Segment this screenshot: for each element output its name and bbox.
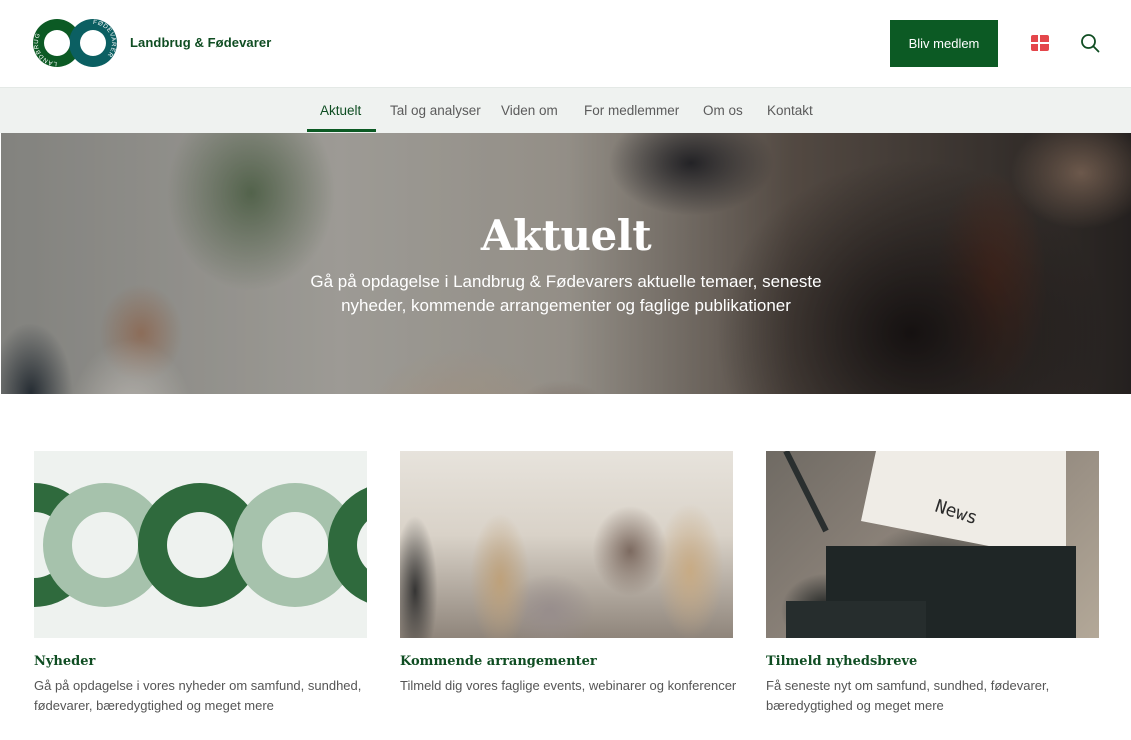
nav-item-for-medlemmer[interactable]: For medlemmer — [584, 103, 679, 118]
card-news-title[interactable]: Nyheder — [34, 654, 95, 669]
card-news-image[interactable] — [34, 451, 367, 638]
nav-item-om-os[interactable]: Om os — [703, 103, 743, 118]
search-icon[interactable] — [1080, 33, 1100, 53]
hero-subtitle: Gå på opdagelse i Landbrug & Fødevarers … — [310, 272, 822, 315]
site-header: LANDBRUG FØDEVARER Landbrug & Fødevarer … — [0, 0, 1131, 87]
card-events-image[interactable] — [400, 451, 733, 638]
flag-cross-vertical — [1038, 35, 1040, 51]
nav-active-indicator — [307, 129, 376, 132]
nav-item-viden-om[interactable]: Viden om — [501, 103, 558, 118]
card-newsletter-image[interactable]: News — [766, 451, 1099, 638]
card-news-text: Gå på opdagelse i vores nyheder om samfu… — [34, 678, 362, 713]
flag-cross-horizontal — [1031, 42, 1049, 44]
card-events-title[interactable]: Kommende arrangementer — [400, 654, 597, 669]
nav-item-kontakt[interactable]: Kontakt — [767, 103, 813, 118]
nav-item-tal-og-analyser[interactable]: Tal og analyser — [390, 103, 481, 118]
nav-item-aktuelt[interactable]: Aktuelt — [320, 103, 361, 118]
hero-banner: Aktuelt Gå på opdagelse i Landbrug & Fød… — [1, 133, 1131, 394]
card-newsletter-title[interactable]: Tilmeld nyhedsbreve — [766, 654, 917, 669]
typewriter-illustration: News — [783, 451, 1076, 638]
page-title: Aktuelt — [480, 211, 652, 260]
main-nav: Aktuelt Tal og analyser Viden om For med… — [0, 87, 1131, 133]
hero-overlay — [1, 133, 1131, 394]
brand-name[interactable]: Landbrug & Fødevarer — [130, 35, 271, 50]
logo-icon[interactable]: LANDBRUG FØDEVARER — [33, 19, 118, 67]
join-member-button[interactable]: Bliv medlem — [890, 20, 998, 67]
card-events-text: Tilmeld dig vores faglige events, webina… — [400, 678, 737, 693]
card-newsletter-text: Få seneste nyt om samfund, sundhed, føde… — [766, 678, 1050, 713]
danish-flag-icon[interactable] — [1031, 35, 1049, 51]
